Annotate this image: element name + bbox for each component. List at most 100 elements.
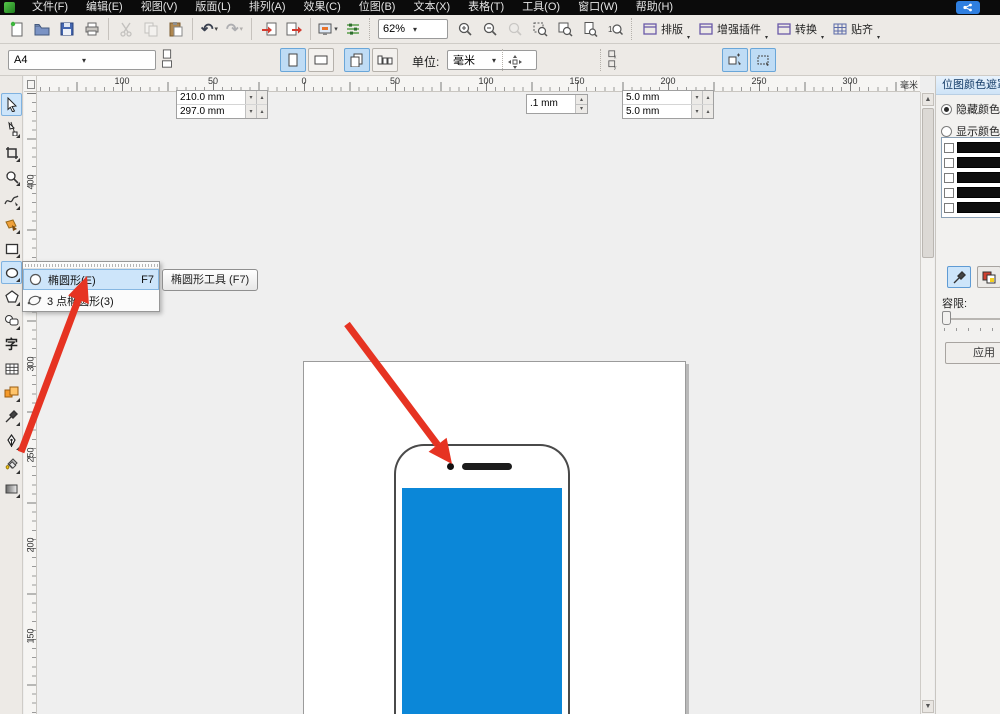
menu-help[interactable]: 帮助(H) [627,0,682,15]
undo-icon[interactable]: ↶ ▾ [197,17,222,41]
all-pages-button[interactable] [344,48,370,72]
flyout-item-3point-ellipse[interactable]: 3 点椭圆形(3) [23,290,159,311]
zoom-one-to-one-icon[interactable]: 1 [602,17,627,41]
vertical-scrollbar[interactable]: ▲ ▼ [920,92,934,714]
color-swatch[interactable] [957,202,1000,213]
spin-up-icon[interactable]: ▴ [256,105,267,118]
polygon-tool[interactable] [1,285,22,308]
color-swatch[interactable] [957,157,1000,168]
phone-speaker-shape[interactable] [462,463,512,470]
mask-color-row[interactable] [944,155,1000,170]
spin-down-icon[interactable]: ▾ [245,91,256,104]
open-icon[interactable] [29,17,54,41]
vertical-ruler[interactable]: 400 350 300 250 200 150 [24,92,37,714]
spin-down-icon[interactable]: ▾ [691,91,702,104]
menu-edit[interactable]: 编辑(E) [77,0,132,15]
nudge-offset-input[interactable]: .1 mm ▴ ▾ [526,94,588,114]
share-cloud-icon[interactable] [956,1,980,14]
menu-table[interactable]: 表格(T) [459,0,513,15]
outline-pen-tool[interactable] [1,429,22,452]
paper-height-input[interactable]: 297.0 mm ▾ ▴ [177,105,267,119]
checkbox-icon[interactable] [944,187,954,198]
zoom-in-icon[interactable] [452,17,477,41]
flyout-item-ellipse[interactable]: 椭圆形(E) F7 [23,269,159,290]
crop-tool[interactable] [1,141,22,164]
menu-file[interactable]: 文件(F) [23,0,77,15]
mask-color-row[interactable] [944,140,1000,155]
spin-down-icon[interactable]: ▾ [575,104,587,113]
mask-eyedropper-button[interactable] [947,266,971,288]
mask-color-row[interactable] [944,185,1000,200]
tolerance-slider-handle[interactable] [942,311,951,325]
shape-tool[interactable] [1,117,22,140]
spin-down-icon[interactable]: ▾ [691,105,702,118]
checkbox-icon[interactable] [944,157,954,168]
zoom-out-icon[interactable] [477,17,502,41]
menu-effects[interactable]: 效果(C) [295,0,350,15]
mask-color-row[interactable] [944,200,1000,215]
zoom-tool[interactable] [1,165,22,188]
eyedropper-tool[interactable] [1,405,22,428]
menu-tools[interactable]: 工具(O) [513,0,569,15]
zoom-page-icon[interactable] [577,17,602,41]
hide-colors-radio[interactable]: 隐藏颜色 [941,101,1000,117]
units-select[interactable]: 毫米 ▾ [447,50,537,70]
text-wrap-button[interactable] [750,48,776,72]
color-swatch[interactable] [957,187,1000,198]
checkbox-icon[interactable] [944,172,954,183]
duplicate-y-input[interactable]: 5.0 mm ▾ ▴ [623,105,713,119]
apply-button[interactable]: 应用 [945,342,1000,364]
menu-window[interactable]: 窗口(W) [569,0,627,15]
spin-up-icon[interactable]: ▴ [702,91,713,104]
checkbox-icon[interactable] [944,142,954,153]
export-icon[interactable] [281,17,306,41]
portrait-orientation-button[interactable] [280,48,306,72]
menu-view[interactable]: 视图(V) [132,0,187,15]
basic-shapes-tool[interactable] [1,309,22,332]
new-document-icon[interactable] [4,17,29,41]
ruler-origin-box[interactable] [24,76,37,92]
rectangle-tool[interactable] [1,237,22,260]
table-tool[interactable] [1,357,22,380]
flyout-drag-grip[interactable] [23,262,159,269]
treat-as-filled-button[interactable] [722,48,748,72]
drawing-canvas[interactable] [37,92,920,714]
spin-down-icon[interactable]: ▾ [245,105,256,118]
zoom-all-icon[interactable] [552,17,577,41]
docker-button-plugins[interactable]: 增强插件 ▾ [692,17,768,41]
pick-tool[interactable] [1,93,22,116]
options-icon[interactable] [340,17,365,41]
zoom-level-combo[interactable]: 62% ▾ [378,19,448,39]
horizontal-ruler[interactable]: 100 50 0 50 100 150 200 250 300 毫米 [24,76,920,92]
docker-button-layout[interactable]: 排版 ▾ [636,17,690,41]
app-launcher-icon[interactable]: ▾ [315,17,340,41]
color-swatch[interactable] [957,172,1000,183]
current-page-button[interactable] [372,48,398,72]
zoom-selected-icon[interactable] [527,17,552,41]
fill-tool[interactable] [1,453,22,476]
duplicate-x-input[interactable]: 5.0 mm ▾ ▴ [623,91,713,105]
interactive-fill-tool[interactable] [1,477,22,500]
docker-button-convert[interactable]: 转换 ▾ [770,17,824,41]
menu-bitmaps[interactable]: 位图(B) [350,0,405,15]
landscape-orientation-button[interactable] [308,48,334,72]
phone-camera-dot-shape[interactable] [447,463,454,470]
mask-color-row[interactable] [944,170,1000,185]
blend-tool[interactable] [1,381,22,404]
freehand-tool[interactable] [1,189,22,212]
color-swatch[interactable] [957,142,1000,153]
phone-screen-shape[interactable] [402,488,562,714]
tolerance-slider-track[interactable] [944,318,1000,320]
spin-up-icon[interactable]: ▴ [702,105,713,118]
text-tool[interactable]: 字 [1,333,22,356]
checkbox-icon[interactable] [944,202,954,213]
save-icon[interactable] [54,17,79,41]
scrollbar-thumb[interactable] [922,108,934,258]
menu-layout[interactable]: 版面(L) [186,0,239,15]
docker-button-snap[interactable]: 贴齐 ▾ [826,17,880,41]
smart-fill-tool[interactable] [1,213,22,236]
scroll-up-icon[interactable]: ▲ [922,93,934,106]
scroll-down-icon[interactable]: ▼ [922,700,934,713]
import-icon[interactable] [256,17,281,41]
spin-up-icon[interactable]: ▴ [256,91,267,104]
